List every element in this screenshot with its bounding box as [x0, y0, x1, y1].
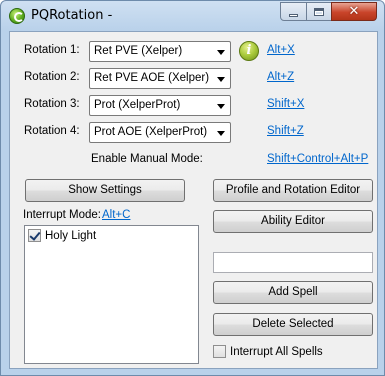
- rotation-2-hotkey[interactable]: Alt+Z: [267, 71, 294, 83]
- rotation-1-select[interactable]: Ret PVE (Xelper): [89, 41, 231, 62]
- chevron-down-icon: [217, 77, 225, 82]
- rotation-3-value: Prot (XelperProt): [94, 99, 181, 111]
- manual-mode-hotkey[interactable]: Shift+Control+Alt+P: [267, 153, 368, 165]
- rotation-4-hotkey[interactable]: Shift+Z: [267, 125, 304, 137]
- rotation-1-value: Ret PVE (Xelper): [94, 45, 183, 57]
- rotation-4-value: Prot AOE (XelperProt): [94, 126, 208, 138]
- delete-selected-button[interactable]: Delete Selected: [213, 313, 373, 336]
- window-title: PQRotation -: [31, 8, 113, 23]
- rotation-2-value: Ret PVE AOE (Xelper): [94, 72, 210, 84]
- rotation-4-select[interactable]: Prot AOE (XelperProt): [89, 122, 231, 143]
- rotation-1-hotkey[interactable]: Alt+X: [267, 44, 295, 56]
- interrupt-mode-hotkey[interactable]: Alt+C: [102, 209, 130, 221]
- maximize-button[interactable]: [306, 2, 332, 21]
- close-icon: ✕: [348, 4, 360, 19]
- interrupt-all-spells-label: Interrupt All Spells: [230, 345, 323, 358]
- rotation-3-select[interactable]: Prot (XelperProt): [89, 95, 231, 116]
- profile-editor-button[interactable]: Profile and Rotation Editor: [213, 179, 373, 202]
- close-button[interactable]: ✕: [331, 2, 377, 21]
- rotation-2-select[interactable]: Ret PVE AOE (Xelper): [89, 68, 231, 89]
- show-settings-button[interactable]: Show Settings: [25, 179, 185, 202]
- rotation-2-label: Rotation 2:: [24, 71, 80, 83]
- rotation-3-label: Rotation 3:: [24, 98, 80, 110]
- app-window: PQRotation - ✕ Rotation 1: Ret PVE (Xelp…: [0, 0, 385, 376]
- holy-light-checkbox[interactable]: [28, 229, 41, 242]
- interrupt-spell-list[interactable]: Holy Light: [24, 225, 199, 364]
- chevron-down-icon: [217, 50, 225, 55]
- manual-mode-label: Enable Manual Mode:: [91, 153, 203, 165]
- minimize-button[interactable]: [280, 2, 307, 21]
- ability-editor-button[interactable]: Ability Editor: [213, 210, 373, 233]
- info-icon[interactable]: i: [239, 41, 259, 61]
- chevron-down-icon: [217, 131, 225, 136]
- spell-name-input[interactable]: [213, 252, 373, 273]
- app-icon: [9, 8, 25, 24]
- interrupt-all-spells-checkbox[interactable]: [213, 345, 226, 358]
- maximize-icon: [314, 7, 324, 16]
- rotation-1-label: Rotation 1:: [24, 44, 80, 56]
- interrupt-mode-label: Interrupt Mode:: [23, 209, 101, 221]
- interrupt-all-spells-option[interactable]: Interrupt All Spells: [213, 345, 323, 358]
- title-bar[interactable]: PQRotation - ✕: [1, 1, 384, 31]
- rotation-4-label: Rotation 4:: [24, 125, 80, 137]
- list-item[interactable]: Holy Light: [28, 229, 96, 242]
- chevron-down-icon: [217, 104, 225, 109]
- rotation-3-hotkey[interactable]: Shift+X: [267, 98, 304, 110]
- client-area: Rotation 1: Ret PVE (Xelper) i Alt+X Rot…: [9, 31, 378, 369]
- add-spell-button[interactable]: Add Spell: [213, 281, 373, 304]
- minimize-icon: [289, 13, 298, 17]
- list-item-label: Holy Light: [45, 229, 97, 242]
